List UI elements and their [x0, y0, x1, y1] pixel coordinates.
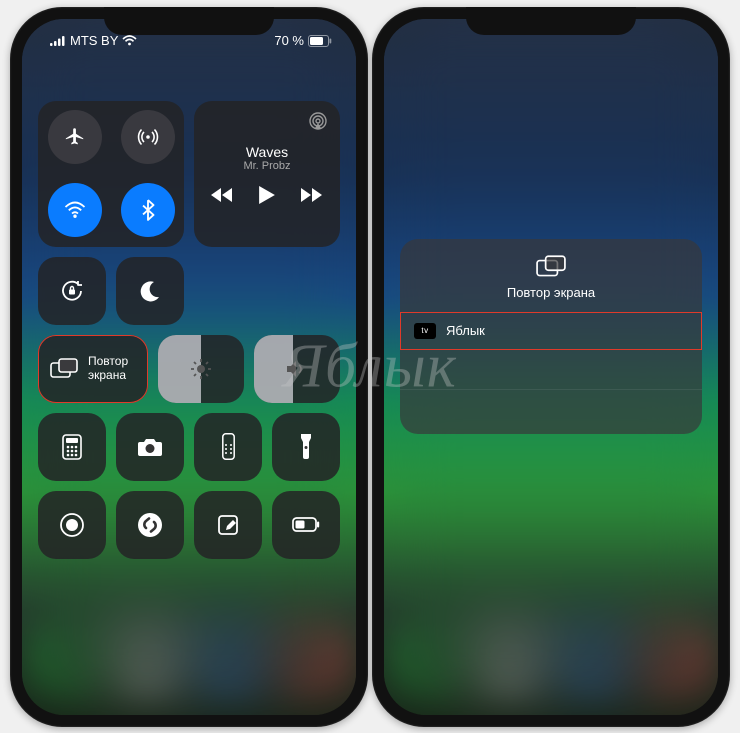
notch: [466, 7, 636, 35]
phone-left: MTS BY 70 %: [10, 7, 368, 727]
track-title: Waves: [246, 144, 288, 160]
screen-mirroring-icon: [536, 255, 566, 279]
airplane-mode-button[interactable]: [48, 110, 102, 164]
empty-row: [400, 390, 702, 430]
track-artist: Mr. Probz: [243, 160, 290, 172]
screen-mirroring-panel: Повтор экрана tv Яблык: [400, 239, 702, 434]
wifi-icon: [122, 35, 137, 46]
brightness-slider[interactable]: [158, 335, 244, 403]
screen-mirroring-icon: [50, 358, 78, 380]
do-not-disturb-button[interactable]: [116, 257, 184, 325]
phone-right: Повтор экрана tv Яблык: [372, 7, 730, 727]
battery-icon: [308, 35, 332, 47]
signal-bars-icon: [50, 35, 66, 46]
shazam-button[interactable]: [116, 491, 184, 559]
low-power-mode-button[interactable]: [272, 491, 340, 559]
orientation-lock-button[interactable]: [38, 257, 106, 325]
control-center: Waves Mr. Probz: [22, 19, 356, 715]
cellular-data-button[interactable]: [121, 110, 175, 164]
screen-left: MTS BY 70 %: [22, 19, 356, 715]
camera-button[interactable]: [116, 413, 184, 481]
volume-slider[interactable]: [254, 335, 340, 403]
next-track-button[interactable]: [301, 188, 323, 202]
empty-row: [400, 350, 702, 390]
battery-percent: 70 %: [274, 33, 304, 48]
wifi-button[interactable]: [48, 183, 102, 237]
bluetooth-button[interactable]: [121, 183, 175, 237]
mirror-device-name: Яблык: [446, 323, 485, 338]
play-button[interactable]: [259, 186, 275, 204]
screen-right: Повтор экрана tv Яблык: [384, 19, 718, 715]
prev-track-button[interactable]: [211, 188, 233, 202]
notes-button[interactable]: [194, 491, 262, 559]
brightness-icon: [158, 335, 244, 403]
mirror-device-item[interactable]: tv Яблык: [400, 312, 702, 350]
now-playing-module[interactable]: Waves Mr. Probz: [194, 101, 340, 247]
screen-mirroring-label: Повтор экрана: [88, 355, 128, 383]
flashlight-button[interactable]: [272, 413, 340, 481]
connectivity-cluster[interactable]: [38, 101, 184, 247]
calculator-button[interactable]: [38, 413, 106, 481]
screen-mirroring-button[interactable]: Повтор экрана: [38, 335, 148, 403]
screen-record-button[interactable]: [38, 491, 106, 559]
apple-tv-icon: tv: [414, 323, 436, 339]
screen-mirroring-title: Повтор экрана: [507, 285, 595, 300]
airplay-audio-icon[interactable]: [308, 111, 328, 131]
volume-icon: [254, 335, 340, 403]
notch: [104, 7, 274, 35]
carrier-label: MTS BY: [70, 33, 118, 48]
apple-tv-remote-button[interactable]: [194, 413, 262, 481]
